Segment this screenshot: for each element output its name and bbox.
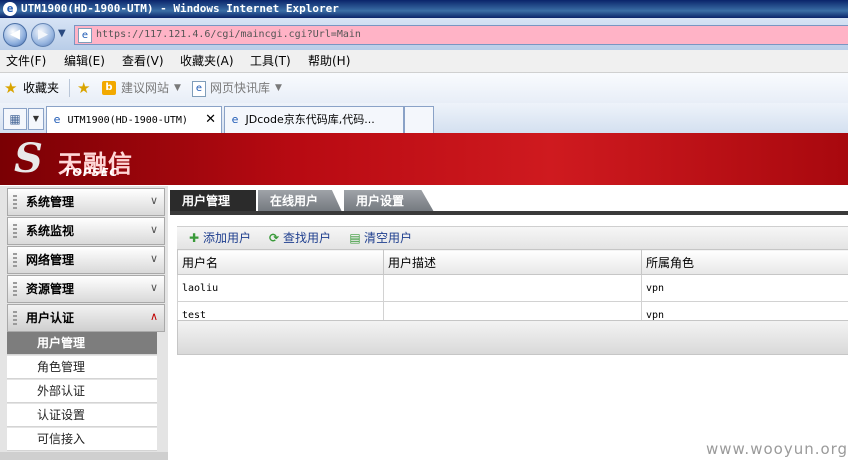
back-button[interactable]: ◀ [3,23,27,47]
suggested-sites-icon: b [102,81,116,95]
chevron-double-down-icon: ∨ [149,194,158,207]
find-user-label: 查找用户 [283,231,332,245]
clear-users-label: 清空用户 [364,231,413,245]
browser-tab-jdcode[interactable]: e JDcode京东代码库,代码... [224,106,404,133]
menu-help[interactable]: 帮助(H) [308,50,350,72]
cell-description [383,274,642,302]
favorites-star-icon: ★ [4,79,18,97]
chevron-double-down-icon: ∨ [149,223,158,236]
sidebar-section-resource-management[interactable]: 资源管理 ∨ [7,275,165,303]
sidebar-section-system-management[interactable]: 系统管理 ∨ [7,188,165,216]
topsec-logo-icon: S [14,135,43,182]
menu-file[interactable]: 文件(F) [6,50,46,72]
menu-view[interactable]: 查看(V) [122,50,164,72]
content-tab-bar: 用户管理 在线用户 用户设置 [170,186,848,212]
tab-user-management[interactable]: 用户管理 [170,190,256,212]
column-header-role[interactable]: 所属角色 [641,249,848,275]
grip-icon [13,224,17,238]
tab-online-users[interactable]: 在线用户 [258,190,342,212]
favorites-button[interactable]: 收藏夹 [23,73,59,103]
sidebar-section-system-monitor[interactable]: 系统监视 ∨ [7,217,165,245]
sidebar-item-auth-settings[interactable]: 认证设置 [7,404,157,427]
new-tab-button[interactable] [404,106,434,133]
web-slice-gallery-link[interactable]: 网页快讯库 [210,73,270,103]
table-row[interactable]: laoliu vpn [177,274,848,302]
grip-icon [13,195,17,209]
favorites-bar: ★ 收藏夹 ★ b 建议网站 ▼ e 网页快讯库 ▼ [0,73,848,104]
sidebar-item-trusted-access[interactable]: 可信接入 [7,428,157,451]
add-user-label: 添加用户 [203,231,252,245]
sidebar-section-label: 资源管理 [26,282,75,296]
column-header-username[interactable]: 用户名 [177,249,384,275]
grip-icon [13,311,17,325]
sidebar-section-label: 用户认证 [26,311,75,325]
refresh-search-icon: ⟳ [268,231,280,245]
sidebar-section-user-auth[interactable]: 用户认证 ∧ [7,304,165,332]
tab-label: JDcode京东代码库,代码... [245,113,375,126]
sidebar-bottom-divider [0,452,168,460]
browser-tab-utm[interactable]: e UTM1900(HD-1900-UTM) ✕ [46,106,222,133]
web-slice-icon: e [192,81,206,97]
menu-bar: 文件(F) 编辑(E) 查看(V) 收藏夹(A) 工具(T) 帮助(H) [0,50,848,73]
content-tab-underline [170,211,848,215]
tab-page-icon: e [53,113,61,126]
logo-english-name: TOPSEC [64,166,119,179]
favorites-divider [69,79,70,97]
tab-close-icon[interactable]: ✕ [205,107,216,133]
sidebar-item-external-auth[interactable]: 外部认证 [7,380,157,403]
cell-role: vpn [641,274,848,302]
table-footer-bar [177,320,848,355]
window-title: UTM1900(HD-1900-UTM) - Windows Internet … [21,2,339,15]
grip-icon [13,253,17,267]
cell-username: laoliu [177,274,384,302]
menu-favorites[interactable]: 收藏夹(A) [180,50,234,72]
navigation-bar: ◀ ▶ ▼ e https://117.121.4.6/cgi/maincgi.c… [0,18,848,50]
ie-logo-icon: e [3,2,17,16]
table-header-row: 用户名 用户描述 所属角色 [177,249,848,275]
user-table: 用户名 用户描述 所属角色 laoliu vpn test vpn [177,249,848,329]
column-header-description[interactable]: 用户描述 [383,249,642,275]
menu-edit[interactable]: 编辑(E) [64,50,105,72]
web-slice-dropdown-icon[interactable]: ▼ [275,73,282,103]
trash-icon: ▤ [349,231,361,245]
tab-label: UTM1900(HD-1900-UTM) [67,115,188,126]
add-favorite-icon[interactable]: ★ [77,73,90,103]
sidebar-item-role-management[interactable]: 角色管理 [7,356,157,379]
clear-users-button[interactable]: ▤ 清空用户 [348,227,412,250]
suggested-sites-link[interactable]: 建议网站 [121,73,169,103]
watermark: www.wooyun.org [706,440,848,458]
sidebar-section-label: 网络管理 [26,253,75,267]
address-bar[interactable]: e https://117.121.4.6/cgi/maincgi.cgi?Url… [74,25,848,45]
tab-page-icon: e [231,113,239,126]
grip-icon [13,282,17,296]
forward-button[interactable]: ▶ [31,23,55,47]
sidebar-item-user-management[interactable]: 用户管理 [7,332,157,355]
user-toolbar: ✚ 添加用户 ⟳ 查找用户 ▤ 清空用户 [177,226,848,250]
sidebar-section-label: 系统监视 [26,224,75,238]
browser-tab-bar: ▦ ▼ e UTM1900(HD-1900-UTM) ✕ e JDcode京东代… [0,103,848,134]
page-icon: e [78,28,92,43]
chevron-double-down-icon: ∨ [149,281,158,294]
add-user-button[interactable]: ✚ 添加用户 [187,227,251,250]
tab-user-settings[interactable]: 用户设置 [344,190,434,212]
chevron-double-up-icon: ∧ [149,310,158,323]
app-header-banner: S 天融信 TOPSEC [0,133,848,185]
menu-tools[interactable]: 工具(T) [250,50,291,72]
plus-icon: ✚ [188,231,200,245]
window-title-bar: e UTM1900(HD-1900-UTM) - Windows Internet… [0,0,848,18]
suggested-sites-dropdown-icon[interactable]: ▼ [174,73,181,103]
chevron-double-down-icon: ∨ [149,252,158,265]
sidebar-section-network-management[interactable]: 网络管理 ∨ [7,246,165,274]
history-dropdown-icon[interactable]: ▼ [58,28,66,39]
find-user-button[interactable]: ⟳ 查找用户 [267,227,331,250]
quick-tabs-icon[interactable]: ▦ [3,108,27,130]
address-url[interactable]: https://117.121.4.6/cgi/maincgi.cgi?Url=… [96,29,361,40]
sidebar-section-label: 系统管理 [26,195,75,209]
tab-list-dropdown-icon[interactable]: ▼ [28,108,44,130]
